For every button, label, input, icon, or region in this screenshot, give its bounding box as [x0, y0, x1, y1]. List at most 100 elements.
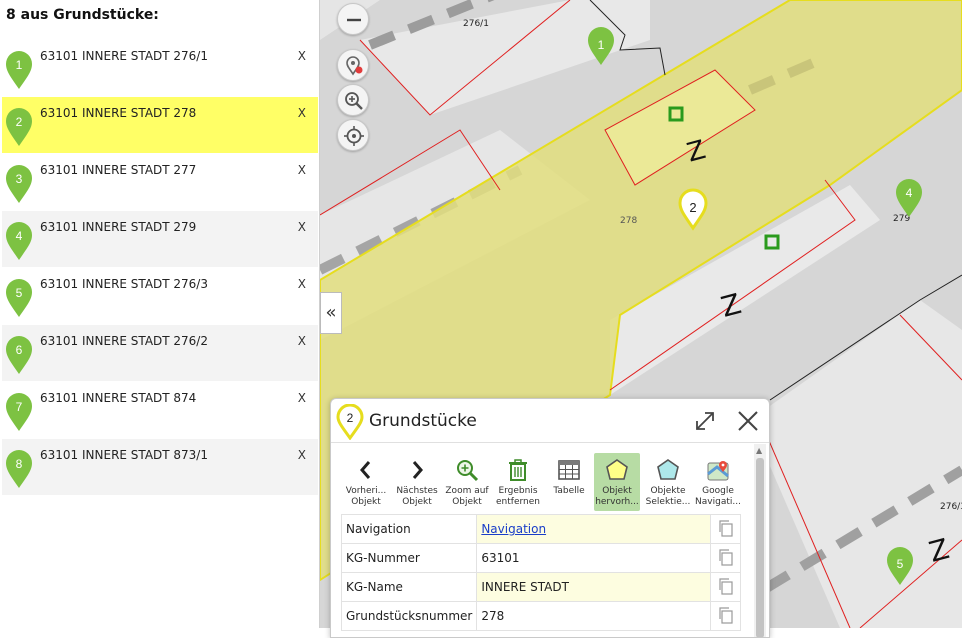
- panel-title: Grundstücke: [369, 411, 477, 431]
- close-icon[interactable]: [735, 408, 761, 434]
- result-item[interactable]: 4 63101 INNERE STADT 279 X: [2, 211, 318, 267]
- map-marker-icon: 7: [6, 393, 32, 431]
- remove-result-button[interactable]: X: [298, 334, 306, 348]
- google-navigation-button[interactable]: Google Navigati...: [695, 453, 741, 511]
- panel-header: 2 Grundstücke: [331, 399, 769, 443]
- copy-button[interactable]: [710, 514, 741, 544]
- remove-result-button[interactable]: X: [298, 106, 306, 120]
- zoom-in-icon: [345, 92, 363, 110]
- remove-result-button[interactable]: X: [298, 220, 306, 234]
- location-pin-button[interactable]: [337, 49, 369, 81]
- result-item[interactable]: 6 63101 INNERE STADT 276/2 X: [2, 325, 318, 381]
- map-marker-icon: 5: [6, 279, 32, 317]
- result-label: 63101 INNERE STADT 873/1: [40, 448, 208, 462]
- svg-text:2: 2: [689, 200, 696, 215]
- scroll-up-arrow-icon[interactable]: ▲: [756, 446, 762, 455]
- tool-label: Ergebnis: [498, 486, 538, 496]
- table-button[interactable]: Tabelle: [546, 453, 592, 511]
- object-selection-button[interactable]: Objekte Selektie...: [645, 453, 691, 511]
- selected-marker-icon: 2: [336, 404, 364, 440]
- remove-result-button[interactable]: X: [298, 391, 306, 405]
- result-label: 63101 INNERE STADT 277: [40, 163, 197, 177]
- location-pin-icon: [346, 56, 363, 76]
- zoom-out-button[interactable]: [337, 3, 369, 35]
- result-label: 63101 INNERE STADT 276/1: [40, 49, 208, 63]
- result-label: 63101 INNERE STADT 874: [40, 391, 197, 405]
- map-marker-icon: 3: [6, 165, 32, 203]
- table-row: KG-Nummer 63101: [340, 543, 741, 573]
- table-row: Navigation Navigation: [340, 514, 741, 544]
- scrollbar-thumb[interactable]: [756, 458, 764, 637]
- tool-label: Objekt: [402, 497, 432, 507]
- svg-text:4: 4: [906, 186, 913, 200]
- map-marker-icon: 4: [6, 222, 32, 260]
- parcel-number-label: 276/3: [940, 502, 962, 512]
- copy-icon: [718, 519, 733, 537]
- svg-text:1: 1: [16, 58, 23, 72]
- result-item[interactable]: 5 63101 INNERE STADT 276/3 X: [2, 268, 318, 324]
- result-item[interactable]: 7 63101 INNERE STADT 874 X: [2, 382, 318, 438]
- zoom-in-button[interactable]: [337, 84, 369, 116]
- parcel-number-label: 278: [620, 216, 637, 226]
- panel-scrollbar[interactable]: ▲: [754, 444, 766, 637]
- remove-result-button[interactable]: X: [298, 448, 306, 462]
- result-item[interactable]: 1 63101 INNERE STADT 276/1 X: [2, 40, 318, 96]
- tool-label: Objekt: [602, 486, 632, 496]
- selection-icon: [657, 459, 679, 480]
- previous-object-button[interactable]: Vorheri... Objekt: [343, 453, 389, 511]
- chevron-left-icon: [360, 461, 371, 479]
- result-item[interactable]: 8 63101 INNERE STADT 873/1 X: [2, 439, 318, 495]
- tool-label: Vorheri...: [345, 486, 387, 496]
- parcel-number-label: 276/1: [463, 19, 489, 29]
- chevron-right-icon: [412, 461, 423, 479]
- attribute-table: Navigation Navigation KG-Nummer 63101 KG…: [340, 514, 741, 631]
- svg-text:8: 8: [16, 457, 23, 471]
- result-item-selected[interactable]: 2 63101 INNERE STADT 278 X: [2, 97, 318, 153]
- next-object-button[interactable]: Nächstes Objekt: [394, 453, 440, 511]
- highlight-object-button[interactable]: Objekt hervorh...: [594, 453, 640, 511]
- svg-text:6: 6: [16, 343, 23, 357]
- remove-result-button[interactable]: X: [298, 163, 306, 177]
- svg-text:2: 2: [16, 115, 23, 129]
- result-label: 63101 INNERE STADT 276/3: [40, 277, 208, 291]
- results-sidebar: 8 aus Grundstücke: 1 63101 INNERE STADT …: [0, 0, 320, 628]
- svg-text:3: 3: [16, 172, 23, 186]
- svg-text:1: 1: [598, 38, 605, 52]
- svg-text:7: 7: [16, 400, 23, 414]
- copy-icon: [718, 606, 733, 624]
- remove-result-tool-button[interactable]: Ergebnis entfernen: [495, 453, 541, 511]
- copy-button[interactable]: [710, 543, 741, 573]
- copy-button[interactable]: [710, 601, 741, 631]
- result-item[interactable]: 3 63101 INNERE STADT 277 X: [2, 154, 318, 210]
- results-title: 8 aus Grundstücke:: [6, 7, 159, 23]
- tool-label: Objekte: [650, 486, 686, 496]
- result-label: 63101 INNERE STADT 276/2: [40, 334, 208, 348]
- attribute-value: 278: [476, 601, 712, 631]
- attribute-value: INNERE STADT: [476, 572, 712, 602]
- remove-result-button[interactable]: X: [298, 49, 306, 63]
- attribute-key: Navigation: [340, 514, 478, 544]
- tool-label: Navigati...: [695, 497, 741, 507]
- navigation-link[interactable]: Navigation: [481, 522, 546, 536]
- attribute-key: Grundstücksnummer: [340, 601, 478, 631]
- zoom-to-object-button[interactable]: Zoom auf Objekt: [444, 453, 490, 511]
- tool-label: entfernen: [496, 497, 540, 507]
- parcel-number-label: 279: [893, 214, 910, 224]
- attribute-value: Navigation: [476, 514, 712, 544]
- copy-button[interactable]: [710, 572, 741, 602]
- locate-me-button[interactable]: [337, 119, 369, 151]
- collapse-sidebar-button[interactable]: «: [320, 292, 342, 334]
- map-marker-icon: 8: [6, 450, 32, 488]
- result-label: 63101 INNERE STADT 279: [40, 220, 197, 234]
- tool-label: Zoom auf: [445, 486, 489, 496]
- tool-label: Nächstes: [396, 486, 438, 496]
- remove-result-button[interactable]: X: [298, 277, 306, 291]
- svg-text:2: 2: [347, 411, 354, 425]
- google-navigation-icon: [707, 461, 729, 481]
- copy-icon: [718, 548, 733, 566]
- map-marker-icon: 2: [6, 108, 32, 146]
- highlight-icon: [606, 459, 628, 480]
- expand-icon[interactable]: [693, 409, 717, 433]
- svg-text:4: 4: [16, 229, 23, 243]
- table-icon: [558, 460, 580, 480]
